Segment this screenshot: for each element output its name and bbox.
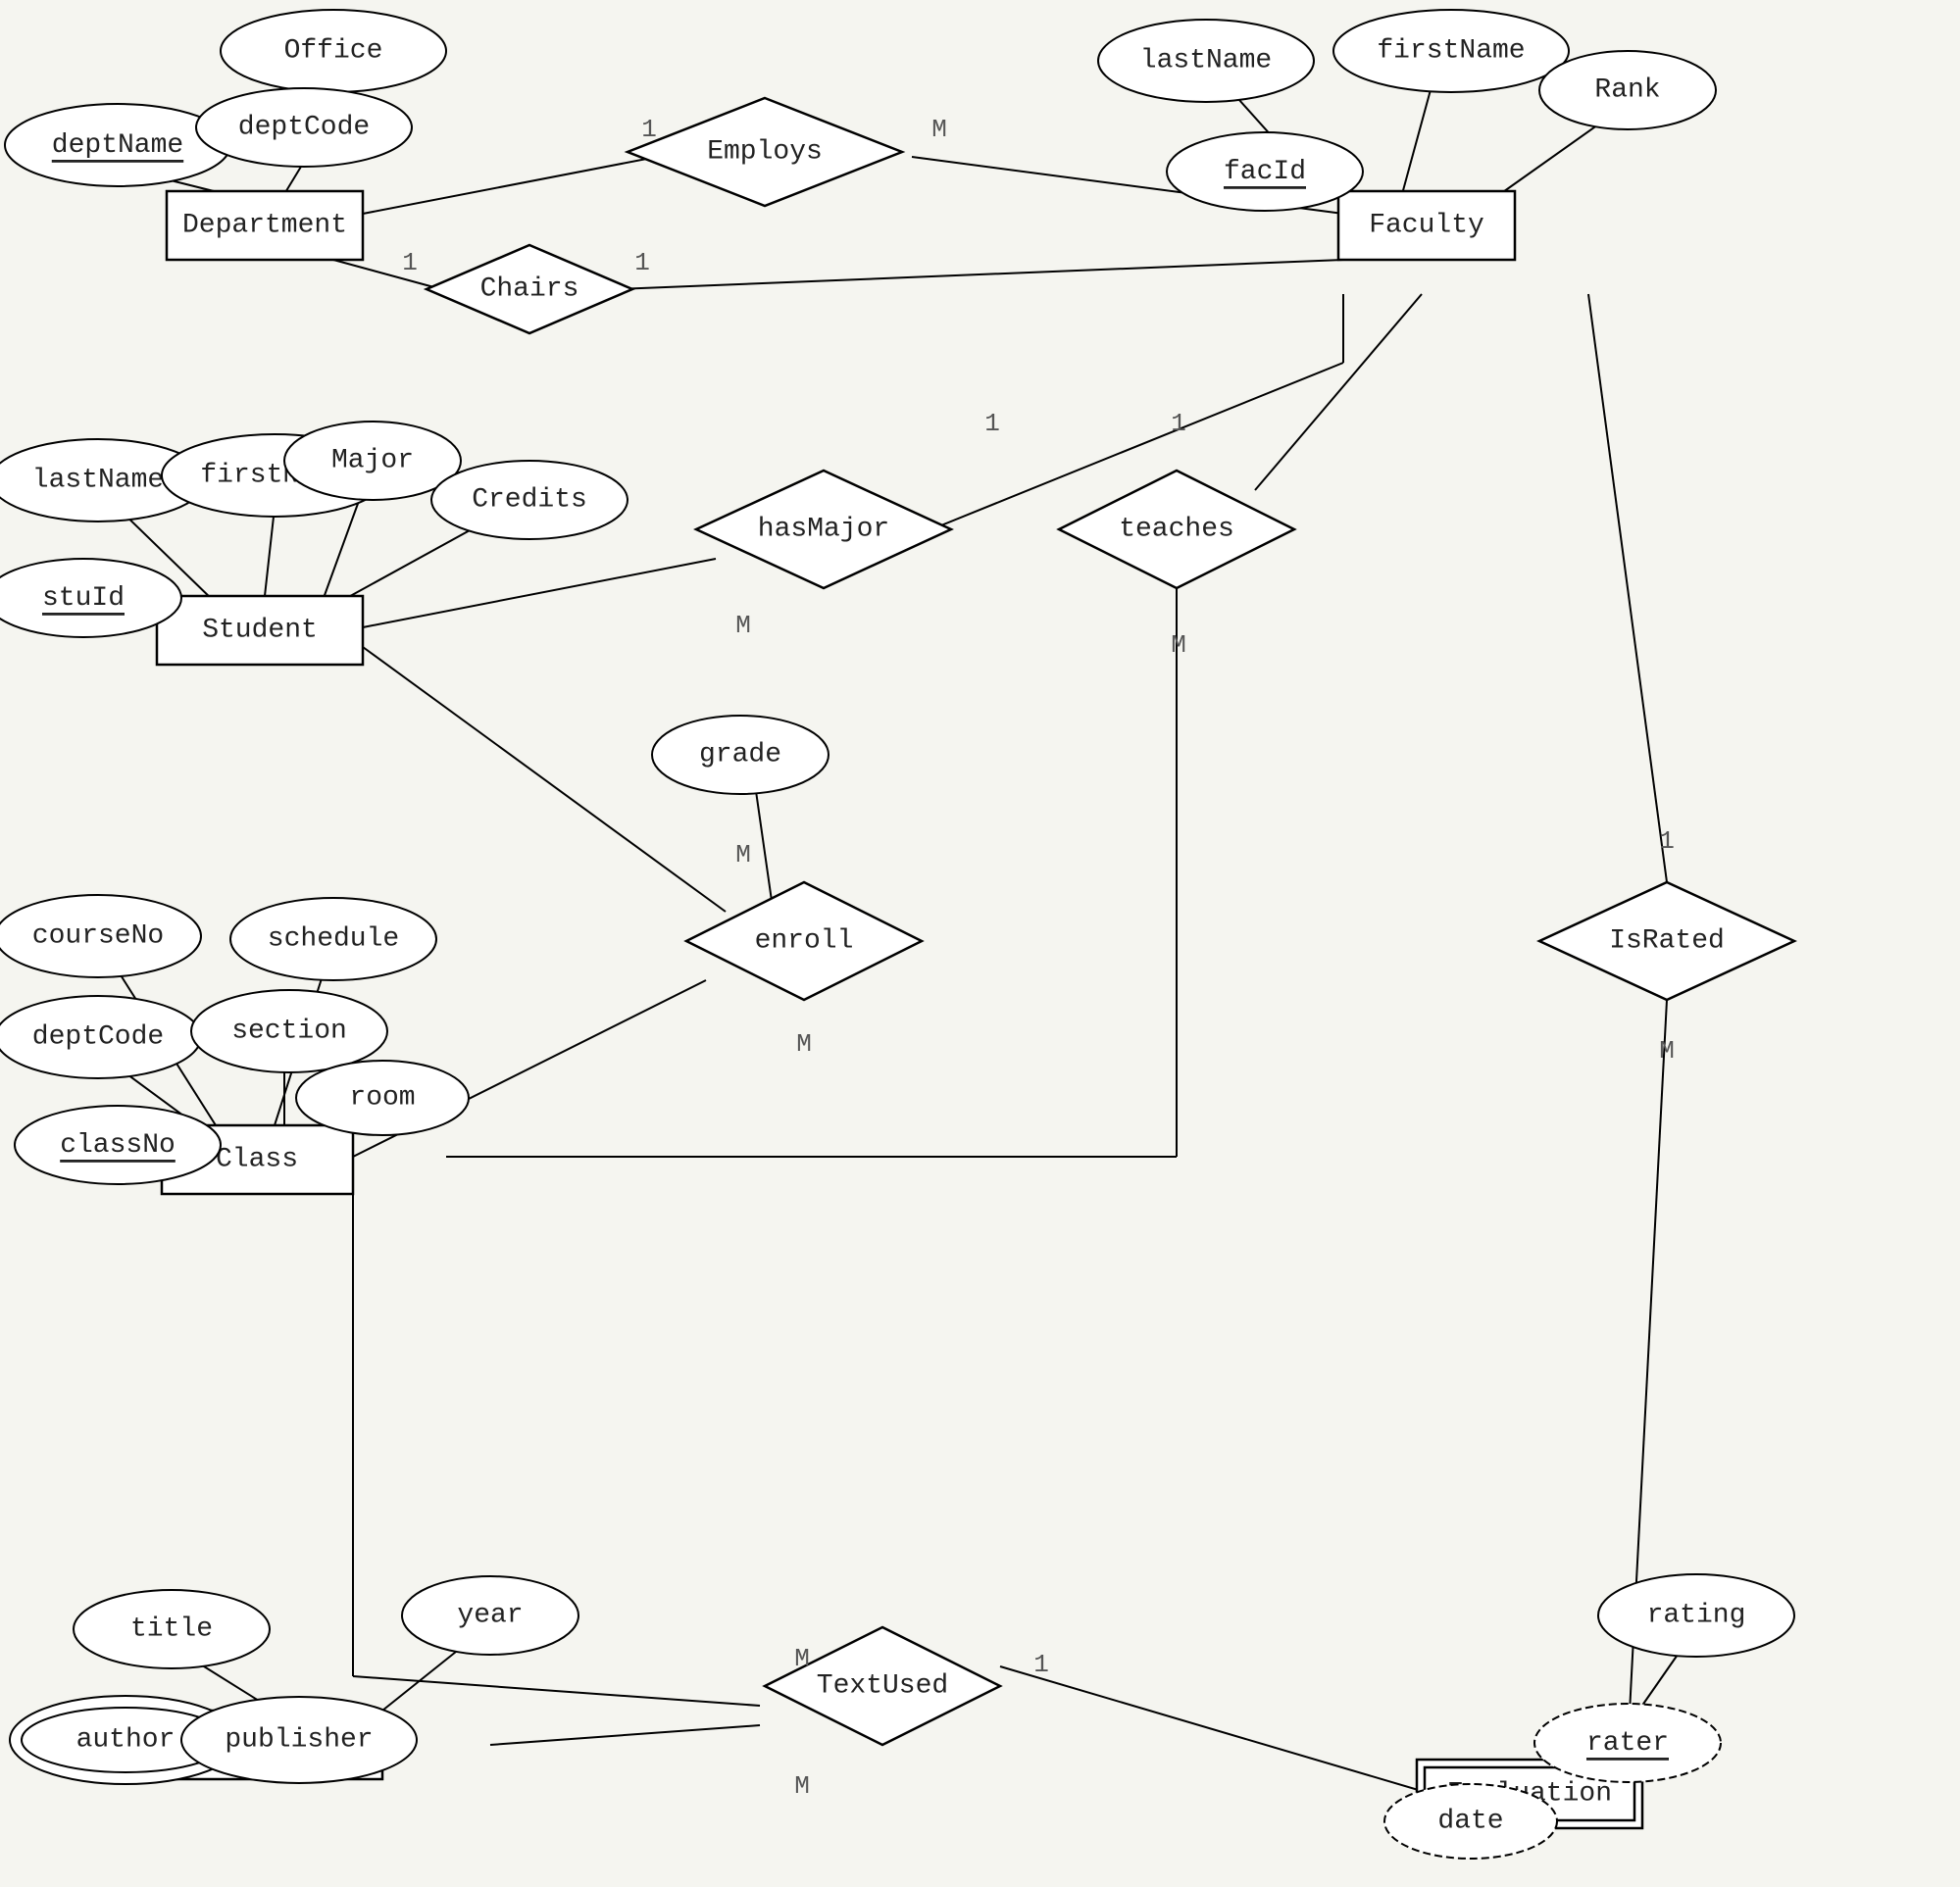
- attr-classno-label: classNo: [60, 1130, 176, 1161]
- attr-publisher-tb-label: publisher: [225, 1725, 373, 1756]
- entity-student-label: Student: [202, 616, 318, 646]
- attr-major-label: Major: [331, 446, 414, 476]
- mult-teaches-m: M: [1171, 630, 1186, 660]
- mult-chairs-1a: 1: [402, 248, 418, 277]
- relationship-textused-label: TextUsed: [817, 1671, 948, 1702]
- attr-author-label: author: [76, 1725, 176, 1756]
- entity-department-label: Department: [182, 211, 347, 241]
- relationship-hasmajor-label: hasMajor: [758, 515, 889, 545]
- attr-deptcode-label: deptCode: [238, 113, 370, 143]
- relationship-chairs-label: Chairs: [480, 274, 579, 305]
- attr-rating-ev-label: rating: [1647, 1601, 1746, 1631]
- attr-rank-label: Rank: [1594, 75, 1660, 106]
- attr-courseno-label: courseNo: [32, 921, 164, 952]
- entity-class-label: Class: [216, 1145, 298, 1175]
- mult-hasmajor-1: 1: [984, 409, 1000, 438]
- attr-room-label: room: [349, 1083, 415, 1114]
- mult-employs-m: M: [931, 115, 947, 144]
- attr-schedule-label: schedule: [268, 924, 399, 955]
- attr-deptname-label: deptName: [52, 130, 183, 161]
- entity-faculty-label: Faculty: [1369, 211, 1484, 241]
- relationship-teaches-label: teaches: [1119, 515, 1234, 545]
- attr-rater-ev-label: rater: [1586, 1728, 1669, 1759]
- mult-enroll-m-stu: M: [735, 840, 751, 869]
- attr-lastname-stu-label: lastName: [32, 466, 164, 496]
- mult-textused-m-cls: M: [794, 1644, 810, 1673]
- er-diagram: Department Faculty Student Class Textboo…: [0, 0, 1960, 1887]
- mult-enroll-m-cls: M: [796, 1029, 812, 1059]
- mult-teaches-1: 1: [1171, 409, 1186, 438]
- mult-israted-m: M: [1659, 1036, 1675, 1066]
- attr-section-label: section: [231, 1017, 347, 1047]
- attr-title-tb-label: title: [130, 1614, 213, 1645]
- attr-lastname-fac-label: lastName: [1140, 46, 1272, 76]
- attr-stuid-label: stuId: [42, 583, 125, 614]
- attr-date-ev-label: date: [1437, 1807, 1503, 1837]
- relationship-employs-label: Employs: [707, 137, 823, 168]
- attr-deptcode-cls-label: deptCode: [32, 1022, 164, 1053]
- mult-chairs-1b: 1: [634, 248, 650, 277]
- mult-israted-1: 1: [1659, 826, 1675, 856]
- attr-grade-label: grade: [699, 740, 781, 770]
- mult-textused-m-tb: M: [794, 1771, 810, 1801]
- attr-credits-label: Credits: [472, 485, 587, 516]
- attr-firstname-fac-label: firstName: [1377, 36, 1525, 67]
- relationship-enroll-label: enroll: [755, 926, 854, 957]
- mult-textused-1-ev: 1: [1033, 1650, 1049, 1679]
- attr-facid-label: facId: [1224, 157, 1306, 187]
- attr-office-label: Office: [284, 36, 383, 67]
- relationship-israted-label: IsRated: [1609, 926, 1725, 957]
- mult-employs-1: 1: [641, 115, 657, 144]
- attr-year-tb-label: year: [457, 1601, 523, 1631]
- mult-hasmajor-m: M: [735, 611, 751, 640]
